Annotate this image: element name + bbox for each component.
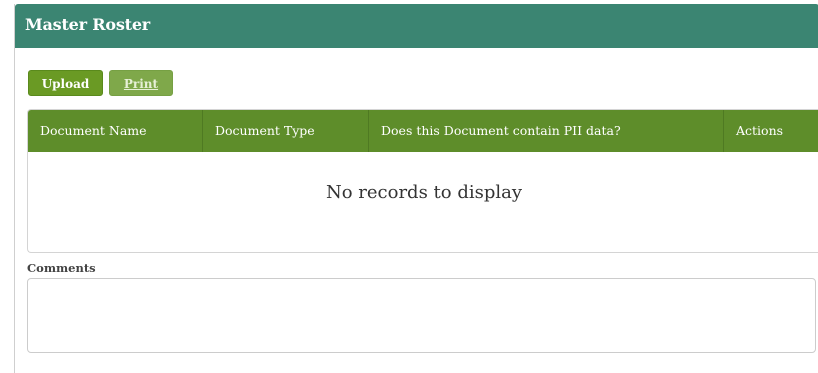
grid-header: Document Name Document Type Does this Do…: [28, 110, 818, 152]
column-header-pii[interactable]: Does this Document contain PII data?: [369, 110, 724, 152]
master-roster-panel: Master Roster Upload Print Document Name…: [14, 4, 818, 373]
panel-title: Master Roster: [25, 15, 151, 34]
documents-grid: Document Name Document Type Does this Do…: [27, 109, 818, 253]
column-header-document-name[interactable]: Document Name: [28, 110, 203, 152]
comments-field[interactable]: [27, 278, 816, 353]
empty-message: No records to display: [325, 182, 523, 203]
column-header-document-type[interactable]: Document Type: [203, 110, 369, 152]
print-button[interactable]: Print: [109, 70, 173, 96]
upload-button[interactable]: Upload: [28, 70, 103, 96]
comments-label: Comments: [27, 261, 96, 275]
column-header-actions: Actions: [736, 123, 784, 138]
panel-header: Master Roster: [15, 4, 818, 48]
